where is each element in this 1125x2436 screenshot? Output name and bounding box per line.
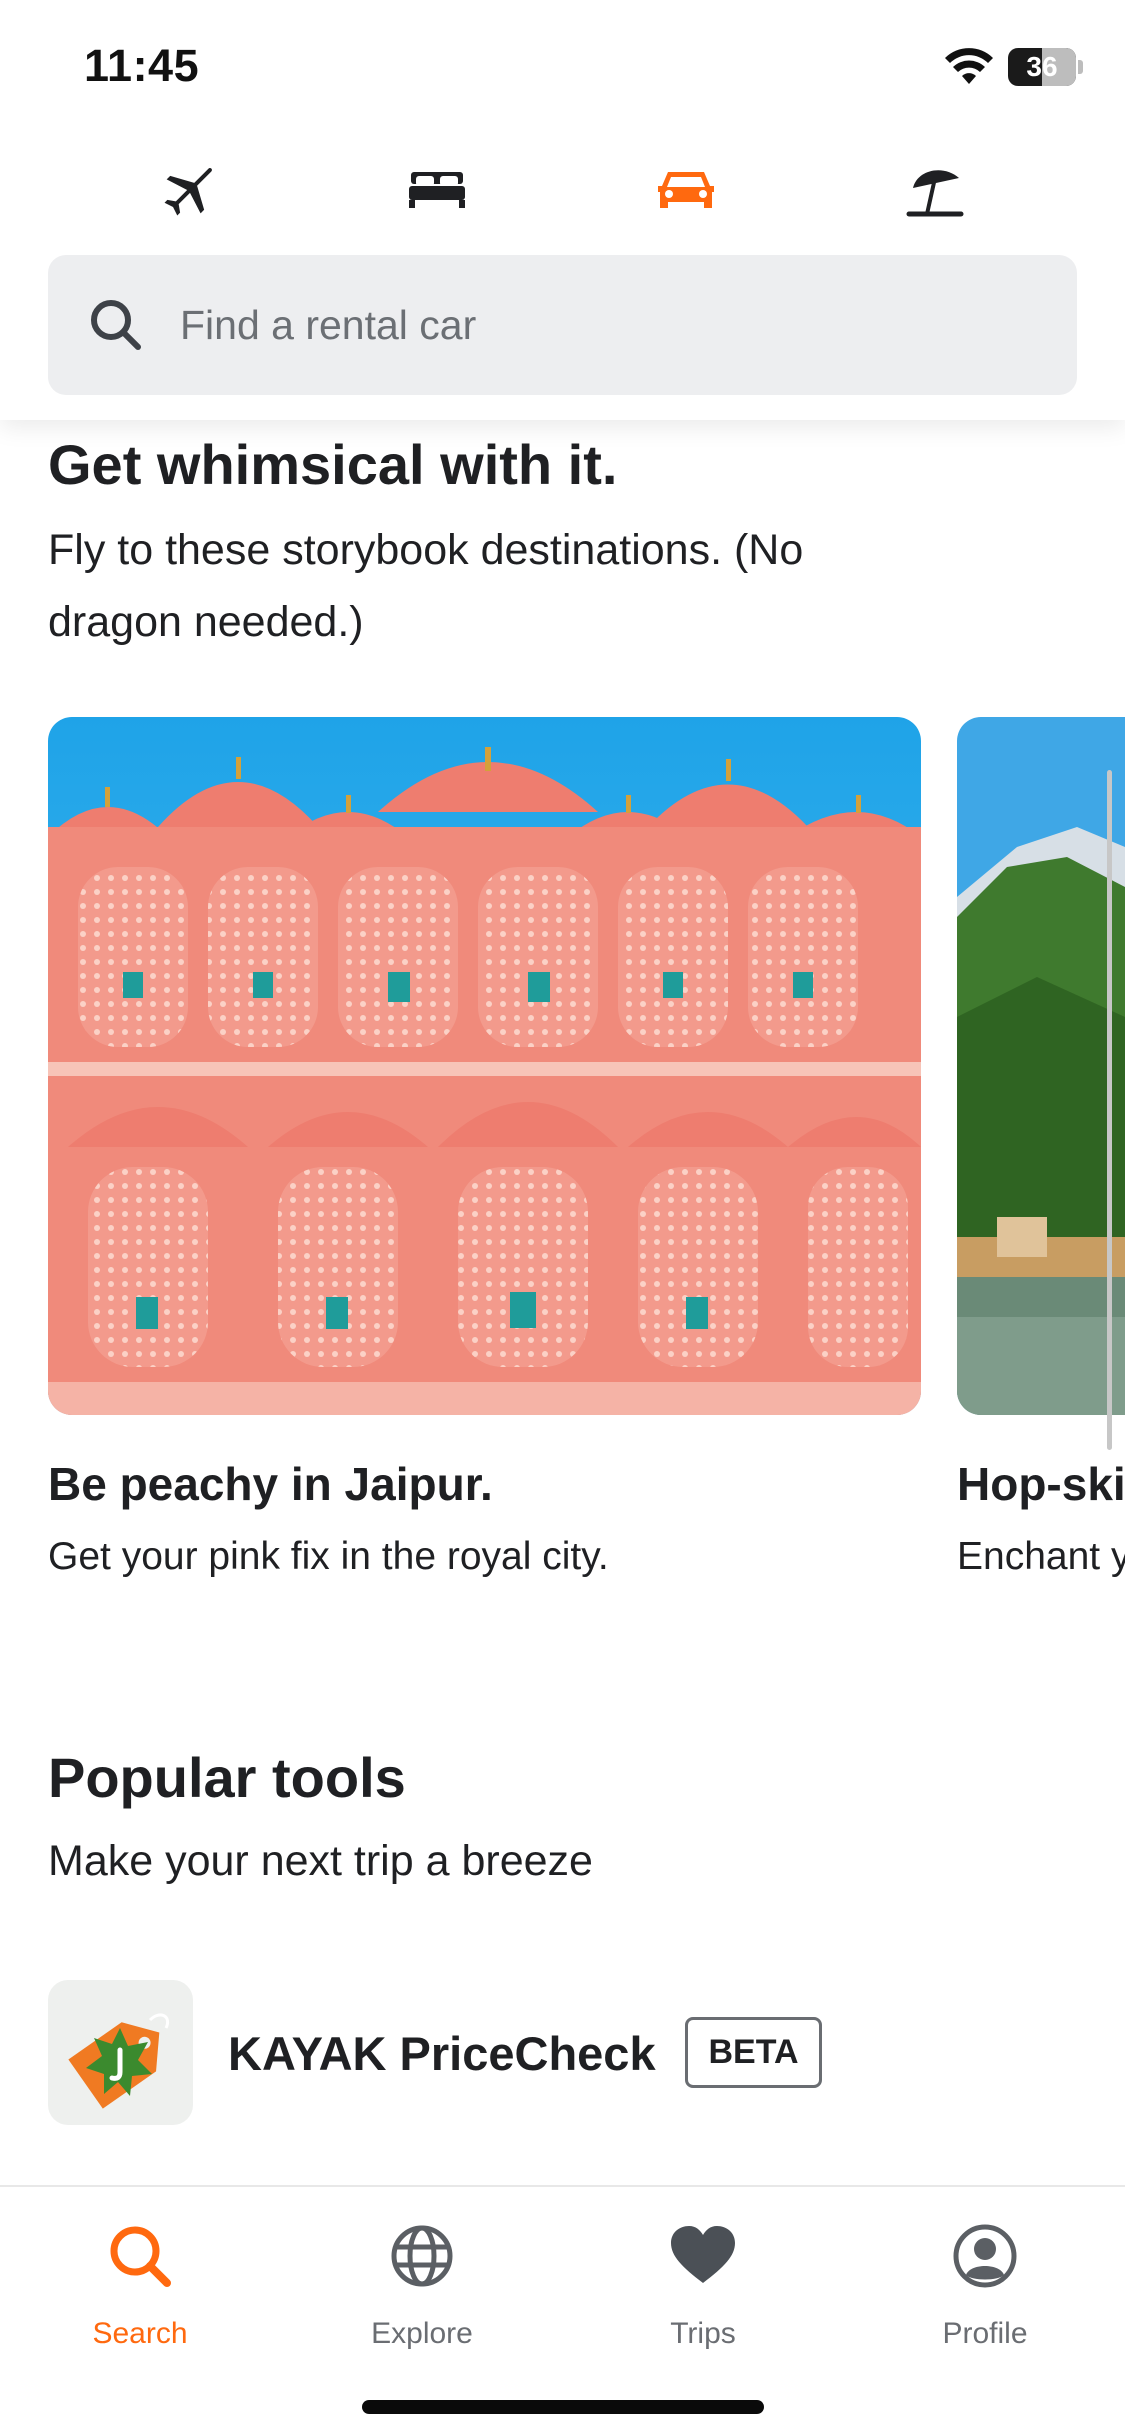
- section-title-tools: Popular tools: [48, 1746, 406, 1809]
- home-indicator[interactable]: [362, 2400, 764, 2414]
- tab-stays[interactable]: [397, 150, 477, 230]
- tool-name: KAYAK PriceCheck: [228, 2027, 656, 2080]
- search-icon: [91, 300, 141, 350]
- price-tag-icon: [48, 1980, 193, 2125]
- profile-icon: [953, 2224, 1017, 2288]
- top-header: 11:45 36: [0, 0, 1125, 420]
- section-subtitle-inspiration: Fly to these storybook destinations. (No…: [48, 526, 804, 646]
- tab-flights[interactable]: [150, 150, 230, 230]
- battery-icon: 36: [1008, 48, 1076, 86]
- search-input[interactable]: [180, 255, 1040, 395]
- tab-packages[interactable]: [895, 150, 975, 230]
- globe-icon: [391, 2225, 453, 2287]
- beach-umbrella-icon: [906, 170, 964, 217]
- card-subtitle: Get your pink fix in the royal city.: [48, 1535, 609, 1578]
- tab-cars[interactable]: [646, 150, 726, 230]
- search-box[interactable]: [48, 255, 1077, 395]
- nav-explore[interactable]: Explore: [322, 2209, 522, 2379]
- status-bar: 11:45 36: [0, 0, 1125, 130]
- destination-image-jaipur[interactable]: [48, 717, 921, 1415]
- nav-profile[interactable]: Profile: [885, 2209, 1085, 2379]
- destination-card[interactable]: Hop-ski Enchant y: [957, 717, 1125, 1578]
- nav-label: Trips: [670, 2317, 736, 2350]
- card-title: Hop-ski: [957, 1458, 1125, 1510]
- section-subtitle-tools: Make your next trip a breeze: [48, 1837, 593, 1885]
- airplane-icon: [164, 168, 212, 216]
- battery-level: 36: [1026, 51, 1058, 82]
- nav-search[interactable]: Search: [40, 2209, 240, 2379]
- beta-badge: BETA: [685, 2017, 822, 2088]
- nav-label: Profile: [942, 2317, 1028, 2350]
- tool-item-pricecheck[interactable]: KAYAK PriceCheck BETA: [48, 1980, 1048, 2125]
- main-content[interactable]: Get whimsical with it. Fly to these stor…: [0, 420, 1125, 2185]
- status-time: 11:45: [84, 40, 200, 91]
- car-icon: [658, 172, 714, 208]
- nav-label: Explore: [371, 2317, 473, 2350]
- scrollbar[interactable]: [1107, 770, 1112, 1450]
- bottom-nav: Search Explore Trips Profile: [0, 2185, 1125, 2436]
- nav-label: Search: [92, 2317, 188, 2350]
- wifi-icon: [945, 48, 993, 84]
- nav-trips[interactable]: Trips: [603, 2209, 803, 2379]
- card-subtitle: Enchant y: [957, 1535, 1125, 1578]
- destination-card[interactable]: Be peachy in Jaipur. Get your pink fix i…: [48, 717, 921, 1578]
- heart-icon: [671, 2226, 735, 2283]
- card-title: Be peachy in Jaipur.: [48, 1458, 493, 1510]
- destination-image-lake[interactable]: [957, 717, 1125, 1415]
- bed-icon: [409, 172, 465, 208]
- section-title-inspiration: Get whimsical with it.: [48, 433, 618, 496]
- search-icon: [110, 2226, 171, 2287]
